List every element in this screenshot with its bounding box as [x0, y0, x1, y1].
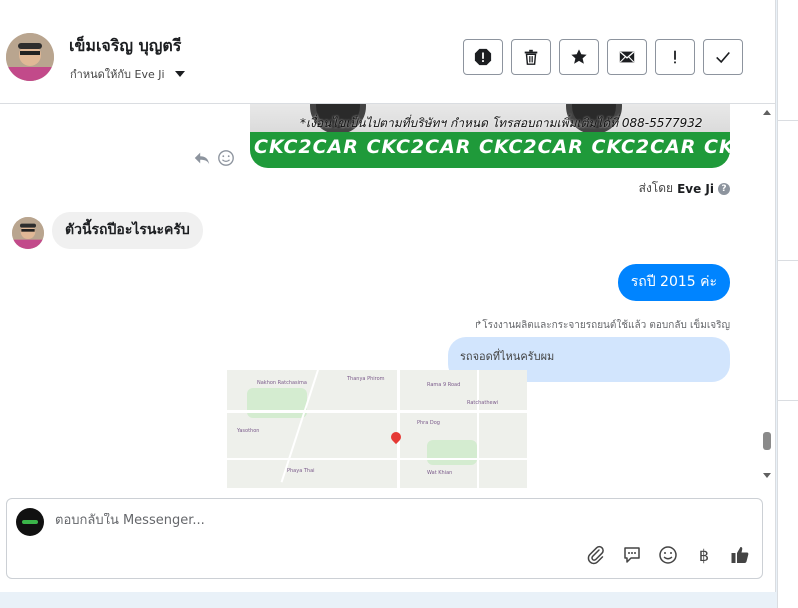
reply-context-text: โรงงานผลิตและกระจายรถยนต์ใช้แล้ว ตอบกลับ…	[482, 320, 730, 331]
conversation-panel: เข็มเจริญ บุญตรี กำหนดให้กับ Eve Ji *เงื…	[0, 0, 776, 592]
incoming-message-bubble[interactable]: ตัวนี้รถปีอะไรนะครับ	[52, 212, 203, 249]
scroll-down-arrow-icon[interactable]	[763, 473, 771, 478]
caret-down-icon	[174, 71, 185, 77]
location-map-attachment[interactable]: Nakhon Ratchasima Thanya Phirom Rama 9 R…	[227, 370, 527, 488]
like-button[interactable]	[730, 545, 750, 565]
payment-button[interactable]: ฿	[694, 545, 714, 565]
contact-photo	[12, 217, 44, 249]
side-divider	[778, 400, 798, 401]
contact-name[interactable]: เข็มเจริญ บุญตรี	[69, 34, 181, 59]
map-road	[397, 370, 400, 488]
envelope-icon	[619, 51, 635, 63]
message-actions	[193, 149, 235, 167]
map-label: Wat Khian	[427, 470, 453, 476]
scrollbar-thumb[interactable]	[763, 432, 771, 450]
delete-button[interactable]	[511, 39, 551, 75]
map-label: Phra Dog	[417, 420, 440, 426]
map-park	[247, 388, 307, 418]
contact-photo	[6, 33, 54, 81]
scroll-up-arrow-icon[interactable]	[763, 110, 771, 115]
assign-dropdown[interactable]: กำหนดให้กับ Eve Ji	[70, 65, 185, 83]
page-bottom-edge	[0, 592, 777, 608]
map-label: Nakhon Ratchasima	[257, 380, 307, 386]
mark-unread-button[interactable]	[607, 39, 647, 75]
side-panel-edge	[777, 0, 798, 608]
chat-bubble-icon	[624, 547, 640, 563]
map-park	[427, 440, 477, 465]
emoji-button[interactable]	[658, 545, 678, 565]
conversation-header: เข็มเจริญ บุญตรี กำหนดให้กับ Eve Ji	[0, 10, 776, 104]
smiley-icon	[659, 546, 677, 564]
spam-icon	[474, 48, 492, 66]
composer-tools: ฿	[586, 545, 750, 565]
reply-input[interactable]	[55, 513, 575, 528]
check-icon	[716, 51, 730, 64]
map-label: Yasothon	[237, 428, 260, 434]
message-thread[interactable]: *เงื่อนไขเป็นไปตามที่บริษัทฯ กำหนด โทรสอ…	[0, 104, 776, 488]
map-label: Phaya Thai	[287, 468, 315, 474]
reply-context: ↱โรงงานผลิตและกระจายรถยนต์ใช้แล้ว ตอบกลั…	[474, 318, 730, 333]
map-label: Rama 9 Road	[427, 382, 461, 388]
map-pin-icon	[388, 429, 404, 445]
promo-image-attachment[interactable]: *เงื่อนไขเป็นไปตามที่บริษัทฯ กำหนด โทรสอ…	[250, 104, 730, 168]
sent-by-prefix: ส่งโดย	[638, 181, 674, 195]
header-actions	[463, 39, 743, 75]
trash-icon	[524, 49, 538, 65]
map-road	[477, 370, 479, 488]
react-smiley-icon[interactable]	[217, 149, 235, 167]
map-road	[227, 458, 527, 460]
thumbs-up-icon	[731, 547, 749, 563]
paperclip-icon	[587, 545, 604, 565]
page-logo	[22, 520, 38, 524]
mark-done-button[interactable]	[703, 39, 743, 75]
mark-spam-button[interactable]	[463, 39, 503, 75]
image-note: *เงื่อนไขเป็นไปตามที่บริษัทฯ กำหนด โทรสอ…	[300, 116, 703, 130]
baht-icon: ฿	[698, 545, 710, 565]
map-road	[227, 410, 527, 413]
outgoing-message-bubble[interactable]: รถปี 2015 ค่ะ	[617, 264, 730, 301]
map-label: Thanya Phirom	[347, 376, 385, 382]
assign-label: กำหนดให้กับ Eve Ji	[70, 68, 165, 81]
page-avatar	[16, 508, 44, 536]
attach-button[interactable]	[586, 545, 606, 565]
sent-by-name: Eve Ji	[677, 181, 714, 196]
star-button[interactable]	[559, 39, 599, 75]
sent-by-info: ส่งโดย Eve Ji ?	[639, 179, 730, 198]
map-label: Ratchathewi	[467, 400, 499, 406]
reply-composer: ฿	[6, 498, 763, 579]
side-divider	[778, 120, 798, 121]
reply-arrow-icon: ↱	[473, 320, 483, 331]
saved-replies-button[interactable]	[622, 545, 642, 565]
help-icon[interactable]: ?	[718, 182, 730, 195]
star-icon	[571, 49, 587, 64]
side-divider	[778, 260, 798, 261]
exclamation-icon	[674, 50, 676, 64]
follow-up-button[interactable]	[655, 39, 695, 75]
map-road	[280, 370, 319, 483]
image-banner: CKC2CAR CKC2CAR CKC2CAR CKC2CAR CKC2CAR	[250, 132, 730, 168]
contact-avatar-small[interactable]	[12, 217, 44, 249]
contact-avatar[interactable]	[6, 33, 54, 81]
thread-scrollbar[interactable]	[760, 104, 774, 488]
reply-icon[interactable]	[193, 149, 211, 167]
